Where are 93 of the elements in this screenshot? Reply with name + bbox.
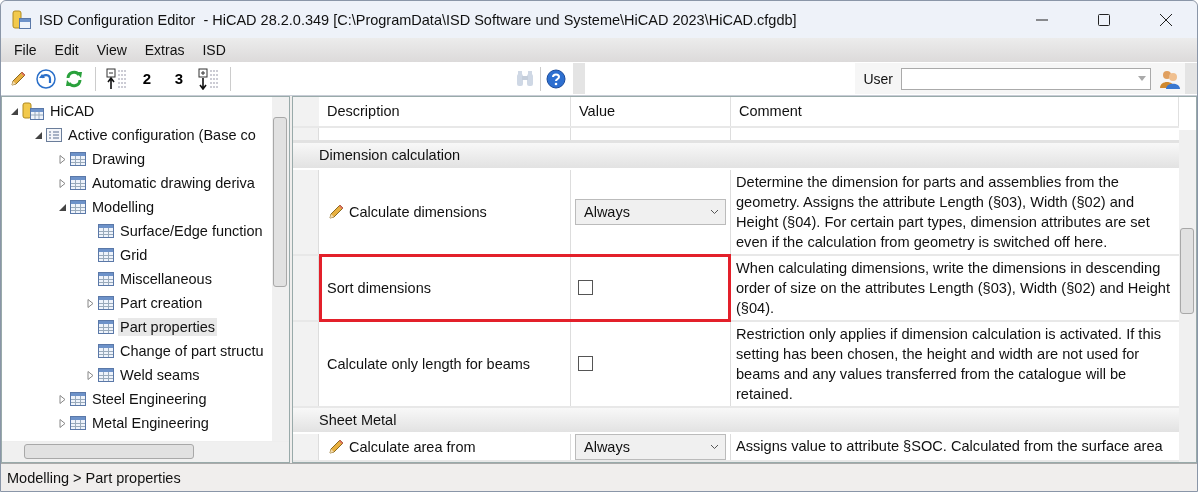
pencil-icon	[327, 202, 345, 221]
settings-row[interactable]	[293, 169, 1179, 256]
expand-arrow-icon[interactable]	[57, 394, 67, 404]
toolbar-grip[interactable]	[573, 63, 586, 94]
chevron-down-icon	[710, 208, 719, 215]
tree-item[interactable]: Metal Engineering	[90, 414, 211, 432]
table-icon	[70, 391, 86, 407]
table-icon	[98, 247, 114, 263]
table-icon	[98, 343, 114, 359]
database-folder-icon	[22, 102, 44, 120]
vertical-scrollbar[interactable]	[1179, 130, 1196, 462]
chevron-down-icon	[710, 444, 719, 450]
refresh-icon	[65, 69, 83, 88]
collapse-arrow-icon[interactable]	[9, 106, 19, 116]
table-icon	[70, 199, 86, 215]
table-icon	[70, 151, 86, 167]
table-icon	[98, 271, 114, 287]
pencil-icon	[327, 438, 345, 456]
tree-item[interactable]: Automatic drawing deriva	[90, 174, 257, 192]
value-dropdown[interactable]: Always	[575, 198, 726, 225]
table-icon	[70, 175, 86, 191]
maximize-icon	[1098, 13, 1110, 26]
tree-item[interactable]: Part properties	[118, 318, 218, 336]
menu-item[interactable]: View	[87, 40, 136, 60]
setting-comment: Determine the dimension for parts and assemblies from the geometry. Assigns the attribute Length (§03), Width (§02) and Height (§04). For certain part types, dimension attributes are set even if the calculation from geometry is switched off here.	[735, 172, 1151, 252]
tree-item[interactable]: Part creation	[118, 294, 205, 312]
value-dropdown[interactable]: Always	[575, 434, 726, 460]
close-icon	[1160, 13, 1172, 26]
list-icon	[46, 127, 62, 143]
pencil-icon	[9, 69, 27, 88]
expand-arrow-icon[interactable]	[85, 298, 95, 308]
level-button[interactable]: 2	[134, 67, 160, 90]
tree-item[interactable]: Weld seams	[118, 366, 202, 384]
binoculars-icon	[515, 69, 536, 88]
level-button[interactable]: 3	[166, 67, 192, 90]
tree-item[interactable]: Surface/Edge function	[118, 222, 265, 240]
group-header: Dimension calculation	[293, 143, 1179, 170]
settings-row[interactable]: Sort dimensions When calculating dimensions, write the dimensions in descending order of size on the attributes Length (§03), Width (§02) and Height (§04).	[293, 255, 1179, 322]
menu-item[interactable]: Extras	[135, 40, 194, 60]
tree-item[interactable]: Drawing	[90, 150, 148, 168]
expand-levels-button[interactable]	[198, 67, 220, 90]
help-button[interactable]	[545, 67, 568, 90]
setting-name: Calculate dimensions	[349, 203, 487, 220]
tree-item[interactable]: Steel Engineering	[90, 390, 209, 408]
vertical-scrollbar[interactable]	[272, 97, 289, 441]
setting-name: Calculate area from	[349, 439, 476, 455]
menu-item[interactable]: ISD	[193, 40, 235, 60]
column-header[interactable]: Value	[571, 97, 731, 126]
horizontal-scrollbar[interactable]	[2, 441, 289, 462]
tree-item[interactable]: Grid	[118, 246, 150, 264]
menu-item[interactable]: File	[5, 40, 46, 60]
user-combobox[interactable]	[901, 67, 1151, 90]
setting-name: Calculate only length for beams	[327, 355, 531, 372]
undo-button[interactable]	[35, 67, 57, 90]
tree-item[interactable]: HiCAD	[48, 102, 97, 120]
group-header: Sheet Metal	[293, 407, 1179, 434]
setting-comment: Assigns value to attribute §SOC. Calculated from the surface area	[735, 437, 1164, 456]
table-icon	[98, 367, 114, 383]
checkbox[interactable]	[578, 356, 593, 372]
menu-item[interactable]: Edit	[45, 40, 88, 60]
column-header[interactable]: Comment	[731, 97, 1179, 126]
dropdown-arrow-icon	[1138, 76, 1146, 81]
minimize-icon	[1036, 18, 1048, 21]
table-icon	[98, 223, 114, 239]
setting-comment: When calculating dimensions, write the dimensions in descending order of size on the attributes Length (§03), Width (§02) and Height (§04).	[735, 258, 1171, 318]
tree-item[interactable]: Modelling	[90, 198, 157, 216]
collapse-levels-button[interactable]	[106, 67, 128, 90]
table-icon	[70, 415, 86, 431]
tree-item[interactable]: Miscellaneous	[118, 270, 214, 288]
help-icon	[546, 68, 567, 89]
expand-arrow-icon[interactable]	[57, 154, 67, 164]
expand-arrow-icon[interactable]	[85, 370, 95, 380]
collapse-arrow-icon[interactable]	[33, 130, 43, 140]
expand-levels-icon	[198, 67, 220, 90]
expand-arrow-icon[interactable]	[57, 178, 67, 188]
undo-icon	[36, 68, 56, 89]
toolbar-grip[interactable]	[1185, 63, 1197, 94]
table-icon	[98, 295, 114, 311]
tree-item[interactable]: Change of part structu	[118, 342, 266, 360]
setting-comment: Restriction only applies if dimension calculation is activated. If this setting has been chosen, the height and width are not used for beams and any values transferred from the catalogue will be retained.	[735, 324, 1163, 404]
user-label: User	[863, 70, 893, 87]
users-icon[interactable]	[1159, 68, 1181, 89]
checkbox[interactable]	[578, 280, 593, 296]
column-header[interactable]: Description	[319, 97, 571, 126]
setting-name: Sort dimensions	[327, 279, 431, 296]
window-title: ISD Configuration Editor - HiCAD 28.2.0.349 [C:\ProgramData\ISD Software und Systeme\HiCAD 2023\HiCAD.cfgdb]	[39, 11, 798, 28]
app-icon	[11, 9, 31, 30]
expand-arrow-icon[interactable]	[57, 418, 67, 428]
collapse-arrow-icon[interactable]	[57, 202, 67, 212]
status-text: Modelling > Part properties	[7, 469, 181, 486]
table-icon	[98, 319, 114, 335]
tree-item[interactable]: Active configuration (Base co	[66, 126, 258, 144]
collapse-levels-icon	[106, 67, 128, 90]
